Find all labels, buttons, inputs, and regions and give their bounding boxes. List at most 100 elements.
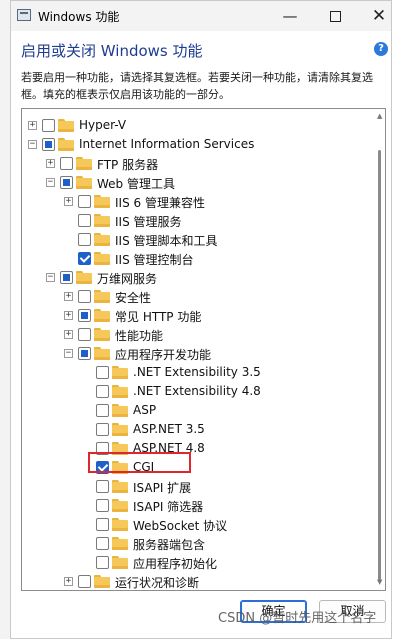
folder-icon	[94, 233, 110, 246]
tree-item[interactable]: + Hyper-V	[22, 116, 372, 135]
folder-icon	[112, 537, 128, 550]
tree-item[interactable]: .NET Extensibility 3.5	[22, 363, 372, 382]
feature-checkbox[interactable]	[78, 214, 91, 227]
tree-item-label: .NET Extensibility 3.5	[133, 365, 261, 379]
tree-item[interactable]: − 万维网服务	[22, 268, 372, 287]
tree-item[interactable]: IIS 管理控制台	[22, 249, 372, 268]
collapse-icon[interactable]: −	[46, 178, 55, 187]
folder-icon	[94, 347, 110, 360]
feature-checkbox[interactable]	[42, 138, 55, 151]
feature-checkbox[interactable]	[96, 518, 109, 531]
folder-icon	[94, 328, 110, 341]
folder-icon	[112, 423, 128, 436]
tree-item[interactable]: ASP	[22, 401, 372, 420]
feature-checkbox[interactable]	[96, 480, 109, 493]
tree-item[interactable]: − Internet Information Services	[22, 135, 372, 154]
expand-icon[interactable]: +	[64, 292, 73, 301]
tree-scrollbar[interactable]: ▲ ▼	[376, 110, 384, 589]
collapse-icon[interactable]: −	[46, 273, 55, 282]
tree-item[interactable]: CGI	[22, 458, 372, 477]
expand-icon[interactable]: +	[64, 330, 73, 339]
minimize-button[interactable]: —	[275, 5, 305, 27]
folder-icon	[112, 480, 128, 493]
tree-item-label: ISAPI 扩展	[133, 481, 192, 495]
folder-icon	[112, 499, 128, 512]
folder-icon	[76, 271, 92, 284]
tree-item[interactable]: + 安全性	[22, 287, 372, 306]
feature-checkbox[interactable]	[78, 309, 91, 322]
folder-icon	[58, 119, 74, 132]
tree-item[interactable]: ISAPI 扩展	[22, 477, 372, 496]
tree-item[interactable]: .NET Extensibility 4.8	[22, 382, 372, 401]
feature-checkbox[interactable]	[78, 252, 91, 265]
tree-item[interactable]: 应用程序初始化	[22, 553, 372, 572]
folder-icon	[94, 214, 110, 227]
folder-icon	[112, 385, 128, 398]
help-icon[interactable]: ?	[374, 42, 388, 56]
folder-icon	[112, 366, 128, 379]
feature-checkbox[interactable]	[78, 347, 91, 360]
feature-checkbox[interactable]	[60, 157, 73, 170]
title-bar[interactable]: Windows 功能 — ✕	[11, 1, 391, 31]
feature-checkbox[interactable]	[96, 537, 109, 550]
tree-item[interactable]: + IIS 6 管理兼容性	[22, 192, 372, 211]
tree-item[interactable]: IIS 管理脚本和工具	[22, 230, 372, 249]
feature-tree[interactable]: ▲ ▼ + Hyper-V − Internet Information Servic…	[21, 108, 386, 591]
tree-item[interactable]: ISAPI 筛选器	[22, 496, 372, 515]
watermark-text: CSDN @暂时先用这个名字	[218, 611, 377, 626]
tree-item-label: IIS 6 管理兼容性	[115, 196, 205, 210]
expand-icon[interactable]: +	[64, 197, 73, 206]
folder-icon	[76, 157, 92, 170]
scroll-down-icon[interactable]: ▼	[377, 578, 382, 586]
feature-checkbox[interactable]	[78, 290, 91, 303]
feature-checkbox[interactable]	[78, 328, 91, 341]
highlight-box	[88, 452, 191, 473]
feature-checkbox[interactable]	[96, 385, 109, 398]
scroll-up-icon[interactable]: ▲	[377, 112, 382, 120]
tree-item[interactable]: + 性能功能	[22, 325, 372, 344]
feature-checkbox[interactable]	[96, 366, 109, 379]
feature-checkbox[interactable]	[96, 499, 109, 512]
feature-checkbox[interactable]	[60, 176, 73, 189]
tree-item[interactable]: ASP.NET 4.8	[22, 439, 372, 458]
feature-checkbox[interactable]	[78, 195, 91, 208]
tree-item-label: 应用程序初始化	[133, 557, 218, 571]
tree-item[interactable]: + 运行状况和诊断	[22, 572, 372, 590]
tree-item-label: 应用程序开发功能	[115, 348, 212, 362]
feature-checkbox[interactable]	[78, 575, 91, 588]
close-button[interactable]: ✕	[364, 5, 394, 27]
tree-item[interactable]: − Web 管理工具	[22, 173, 372, 192]
description-text: 若要启用一种功能，请选择其复选框。若要关闭一种功能，请清除其复选框。填充的框表示…	[21, 71, 373, 101]
tree-item[interactable]: IIS 管理服务	[22, 211, 372, 230]
feature-checkbox[interactable]	[96, 404, 109, 417]
expand-icon[interactable]: +	[64, 577, 73, 586]
windows-features-dialog: Windows 功能 — ✕ 启用或关闭 Windows 功能 ? 若要启用一种…	[10, 0, 392, 639]
maximize-icon	[329, 11, 341, 22]
tree-item-label: ASP	[133, 403, 157, 417]
expand-icon[interactable]: +	[46, 159, 55, 168]
feature-checkbox[interactable]	[96, 556, 109, 569]
tree-item[interactable]: + FTP 服务器	[22, 154, 372, 173]
expand-icon[interactable]: +	[64, 311, 73, 320]
tree-item[interactable]: + 常见 HTTP 功能	[22, 306, 372, 325]
feature-checkbox[interactable]	[96, 423, 109, 436]
scrollbar-thumb[interactable]	[378, 150, 381, 580]
feature-checkbox[interactable]	[78, 233, 91, 246]
tree-item-label: Hyper-V	[79, 118, 127, 132]
expand-icon[interactable]: +	[28, 121, 37, 130]
tree-item-label: 运行状况和诊断	[115, 576, 200, 590]
maximize-button[interactable]	[320, 5, 350, 27]
collapse-icon[interactable]: −	[28, 140, 37, 149]
tree-item[interactable]: WebSocket 协议	[22, 515, 372, 534]
tree-item[interactable]: 服务器端包含	[22, 534, 372, 553]
tree-item[interactable]: − 应用程序开发功能	[22, 344, 372, 363]
tree-item[interactable]: ASP.NET 3.5	[22, 420, 372, 439]
feature-checkbox[interactable]	[60, 271, 73, 284]
tree-item-label: IIS 管理控制台	[115, 253, 194, 267]
tree-item-label: IIS 管理脚本和工具	[115, 234, 218, 248]
folder-icon	[94, 290, 110, 303]
tree-item-label: .NET Extensibility 4.8	[133, 384, 261, 398]
collapse-icon[interactable]: −	[64, 349, 73, 358]
feature-checkbox[interactable]	[42, 119, 55, 132]
tree-item-label: 常见 HTTP 功能	[115, 310, 202, 324]
